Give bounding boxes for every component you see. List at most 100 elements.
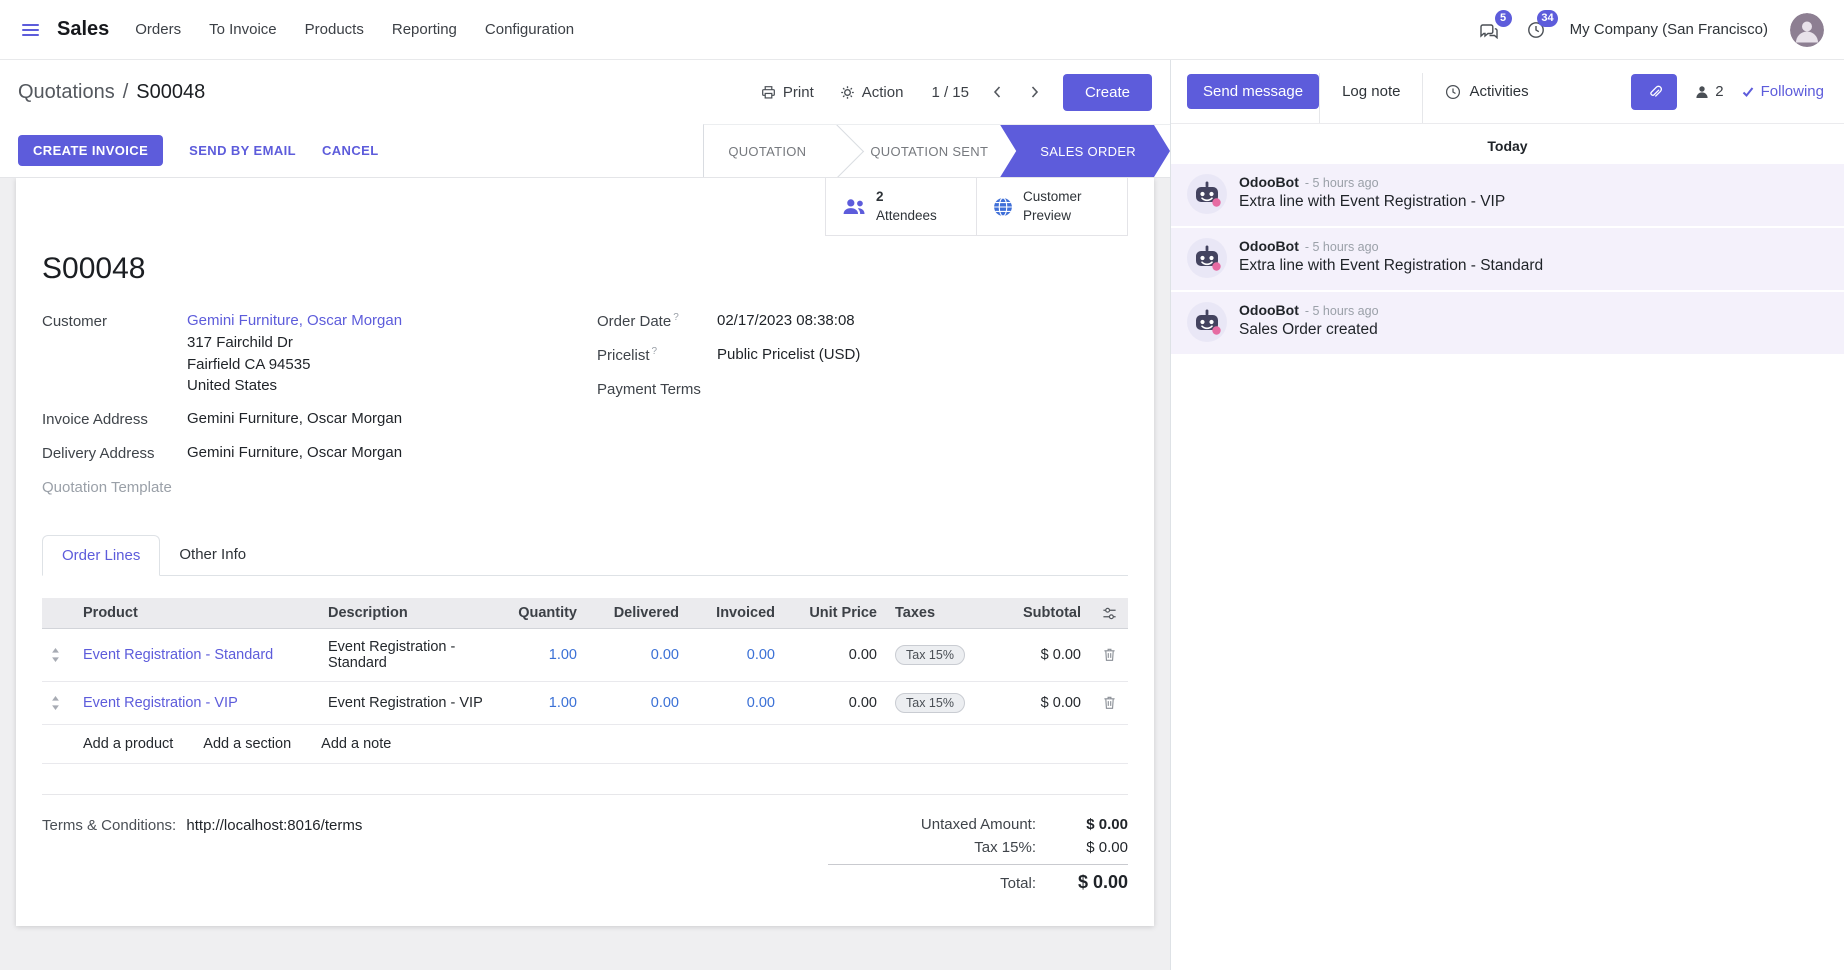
order-line-row[interactable]: Event Registration - Standard Event Regi… [42,629,1128,682]
chatter-toolbar: Send message Log note Activities 2 Follo… [1171,60,1844,124]
nav-item-reporting[interactable]: Reporting [392,21,457,38]
tab-other-info[interactable]: Other Info [160,535,265,575]
tax-value: $ 0.00 [1036,839,1128,856]
company-switcher[interactable]: My Company (San Francisco) [1570,21,1768,38]
send-by-email-button[interactable]: SEND BY EMAIL [189,143,296,158]
line-delivered[interactable]: 0.00 [586,629,688,682]
tax-tag: Tax 15% [895,645,965,665]
line-invoiced[interactable]: 0.00 [688,682,784,725]
user-avatar[interactable] [1790,13,1824,47]
activities-badge: 34 [1537,10,1557,27]
status-step-sales-order[interactable]: SALES ORDER [1000,125,1170,177]
print-button[interactable]: Print [757,78,818,107]
customer-street: 317 Fairchild Dr [187,332,402,354]
invoice-address-value[interactable]: Gemini Furniture, Oscar Morgan [187,408,402,431]
messages-menu-button[interactable]: 5 [1476,18,1502,42]
add-section-link[interactable]: Add a section [203,736,291,752]
column-invoiced[interactable]: Invoiced [688,598,784,629]
following-button[interactable]: Following [1742,83,1824,100]
delete-line-button[interactable] [1100,644,1119,665]
add-note-link[interactable]: Add a note [321,736,391,752]
customer-preview-button[interactable]: Customer Preview [976,178,1128,236]
field-customer: Customer Gemini Furniture, Oscar Morgan … [42,310,597,397]
message-author[interactable]: OdooBot [1239,302,1299,318]
apps-menu-icon[interactable] [18,20,43,40]
field-quotation-template: Quotation Template [42,476,597,499]
customer-link[interactable]: Gemini Furniture, Oscar Morgan [187,312,402,329]
invoice-address-label: Invoice Address [42,408,187,431]
cancel-button[interactable]: CANCEL [322,143,379,158]
delete-line-button[interactable] [1100,692,1119,713]
line-delivered[interactable]: 0.00 [586,682,688,725]
optional-columns-button[interactable] [1090,598,1128,629]
pager-counter: 1 / 15 [931,84,969,101]
schedule-activity-button[interactable]: Activities [1422,73,1550,123]
pager-next-button[interactable] [1025,82,1045,102]
odoobot-avatar[interactable] [1187,174,1227,214]
odoobot-avatar[interactable] [1187,302,1227,342]
column-product[interactable]: Product [74,598,319,629]
chatter-panel: Send message Log note Activities 2 Follo… [1170,60,1844,970]
person-icon [1695,85,1709,99]
terms-link[interactable]: http://localhost:8016/terms [186,817,362,834]
followers-count: 2 [1715,83,1723,100]
untaxed-amount-label: Untaxed Amount: [921,816,1036,833]
status-step-quotation[interactable]: QUOTATION [704,125,836,177]
column-delivered[interactable]: Delivered [586,598,688,629]
delivery-address-value[interactable]: Gemini Furniture, Oscar Morgan [187,442,402,465]
pager-previous-button[interactable] [987,82,1007,102]
pricelist-value[interactable]: Public Pricelist (USD) [717,344,860,367]
line-quantity[interactable]: 1.00 [494,629,586,682]
drag-handle[interactable] [42,682,74,725]
order-line-row[interactable]: Event Registration - VIP Event Registrat… [42,682,1128,725]
column-taxes[interactable]: Taxes [886,598,978,629]
column-description[interactable]: Description [319,598,494,629]
nav-item-configuration[interactable]: Configuration [485,21,574,38]
message-author[interactable]: OdooBot [1239,174,1299,190]
line-unit-price: 0.00 [784,682,886,725]
create-button[interactable]: Create [1063,74,1152,111]
product-link[interactable]: Event Registration - Standard [83,647,273,663]
line-quantity[interactable]: 1.00 [494,682,586,725]
message-timestamp: - 5 hours ago [1305,240,1379,254]
chatter-message: OdooBot - 5 hours ago Sales Order create… [1171,292,1844,354]
print-label: Print [783,84,814,101]
attach-files-button[interactable] [1631,74,1677,110]
nav-item-orders[interactable]: Orders [135,21,181,38]
tax-row: Tax 15%: $ 0.00 [828,836,1128,859]
activities-menu-button[interactable]: 34 [1524,18,1548,42]
help-icon: ? [673,312,679,323]
field-pricelist: Pricelist? Public Pricelist (USD) [597,344,1128,367]
followers-button[interactable]: 2 [1695,83,1723,100]
attendees-stat-button[interactable]: 2 Attendees [825,178,977,236]
breadcrumb: Quotations / S00048 [18,81,205,104]
chevron-left-icon [993,86,1001,98]
terms-label: Terms & Conditions: [42,817,176,834]
log-note-button[interactable]: Log note [1319,73,1422,123]
message-author[interactable]: OdooBot [1239,238,1299,254]
message-timestamp: - 5 hours ago [1305,176,1379,190]
odoobot-avatar[interactable] [1187,238,1227,278]
notebook-tabs: Order Lines Other Info [42,535,1128,576]
product-link[interactable]: Event Registration - VIP [83,695,238,711]
column-unit-price[interactable]: Unit Price [784,598,886,629]
tab-order-lines[interactable]: Order Lines [42,535,160,576]
column-subtotal[interactable]: Subtotal [978,598,1090,629]
column-quantity[interactable]: Quantity [494,598,586,629]
user-avatar-image [1790,13,1824,47]
app-brand[interactable]: Sales [57,18,109,41]
action-button[interactable]: Action [836,78,908,107]
drag-handle[interactable] [42,629,74,682]
send-message-button[interactable]: Send message [1187,74,1319,109]
customer-label: Customer [42,310,187,397]
main-menu: Orders To Invoice Products Reporting Con… [135,21,574,38]
line-invoiced[interactable]: 0.00 [688,629,784,682]
message-list: OdooBot - 5 hours ago Extra line with Ev… [1171,164,1844,356]
field-delivery-address: Delivery Address Gemini Furniture, Oscar… [42,442,597,465]
create-invoice-button[interactable]: CREATE INVOICE [18,135,163,166]
nav-item-to-invoice[interactable]: To Invoice [209,21,277,38]
add-product-link[interactable]: Add a product [83,736,173,752]
breadcrumb-quotations[interactable]: Quotations [18,81,115,104]
customer-country: United States [187,375,402,397]
nav-item-products[interactable]: Products [305,21,364,38]
